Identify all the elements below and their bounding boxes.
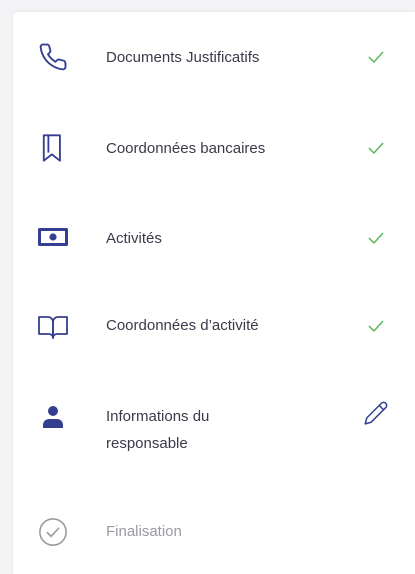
check-circle-icon — [37, 516, 69, 548]
step-label: Informations du responsable — [106, 403, 306, 457]
banknote-icon — [37, 221, 69, 253]
step-label: Documents Justificatifs — [106, 49, 260, 66]
check-icon — [363, 135, 389, 161]
step-label-line-1: Informations du — [106, 408, 210, 425]
step-label: Coordonnées bancaires — [106, 140, 266, 157]
phone-icon — [37, 41, 69, 73]
step-label: Coordonnées d’activité — [106, 317, 259, 334]
check-icon — [363, 44, 389, 70]
step-finalisation[interactable]: Finalisation — [13, 502, 415, 562]
step-activites[interactable]: Activités — [13, 207, 415, 267]
step-label: Finalisation — [106, 523, 182, 540]
check-icon — [363, 225, 389, 251]
step-informations-responsable[interactable]: Informations du responsable — [13, 390, 415, 470]
step-documents-justificatifs[interactable]: Documents Justificatifs — [13, 27, 415, 87]
step-label: Activités — [106, 230, 162, 247]
edit-pencil-icon[interactable] — [363, 400, 389, 426]
step-coordonnees-activite[interactable]: Coordonnées d’activité — [13, 297, 415, 357]
step-label-line-2: responsable — [106, 435, 188, 452]
book-open-icon — [37, 311, 69, 343]
steps-panel: Documents Justificatifs Coordonnées banc… — [13, 12, 415, 574]
bookmark-icon — [37, 132, 69, 164]
step-coordonnees-bancaires[interactable]: Coordonnées bancaires — [13, 117, 415, 177]
user-icon — [37, 401, 69, 433]
check-icon — [363, 313, 389, 339]
